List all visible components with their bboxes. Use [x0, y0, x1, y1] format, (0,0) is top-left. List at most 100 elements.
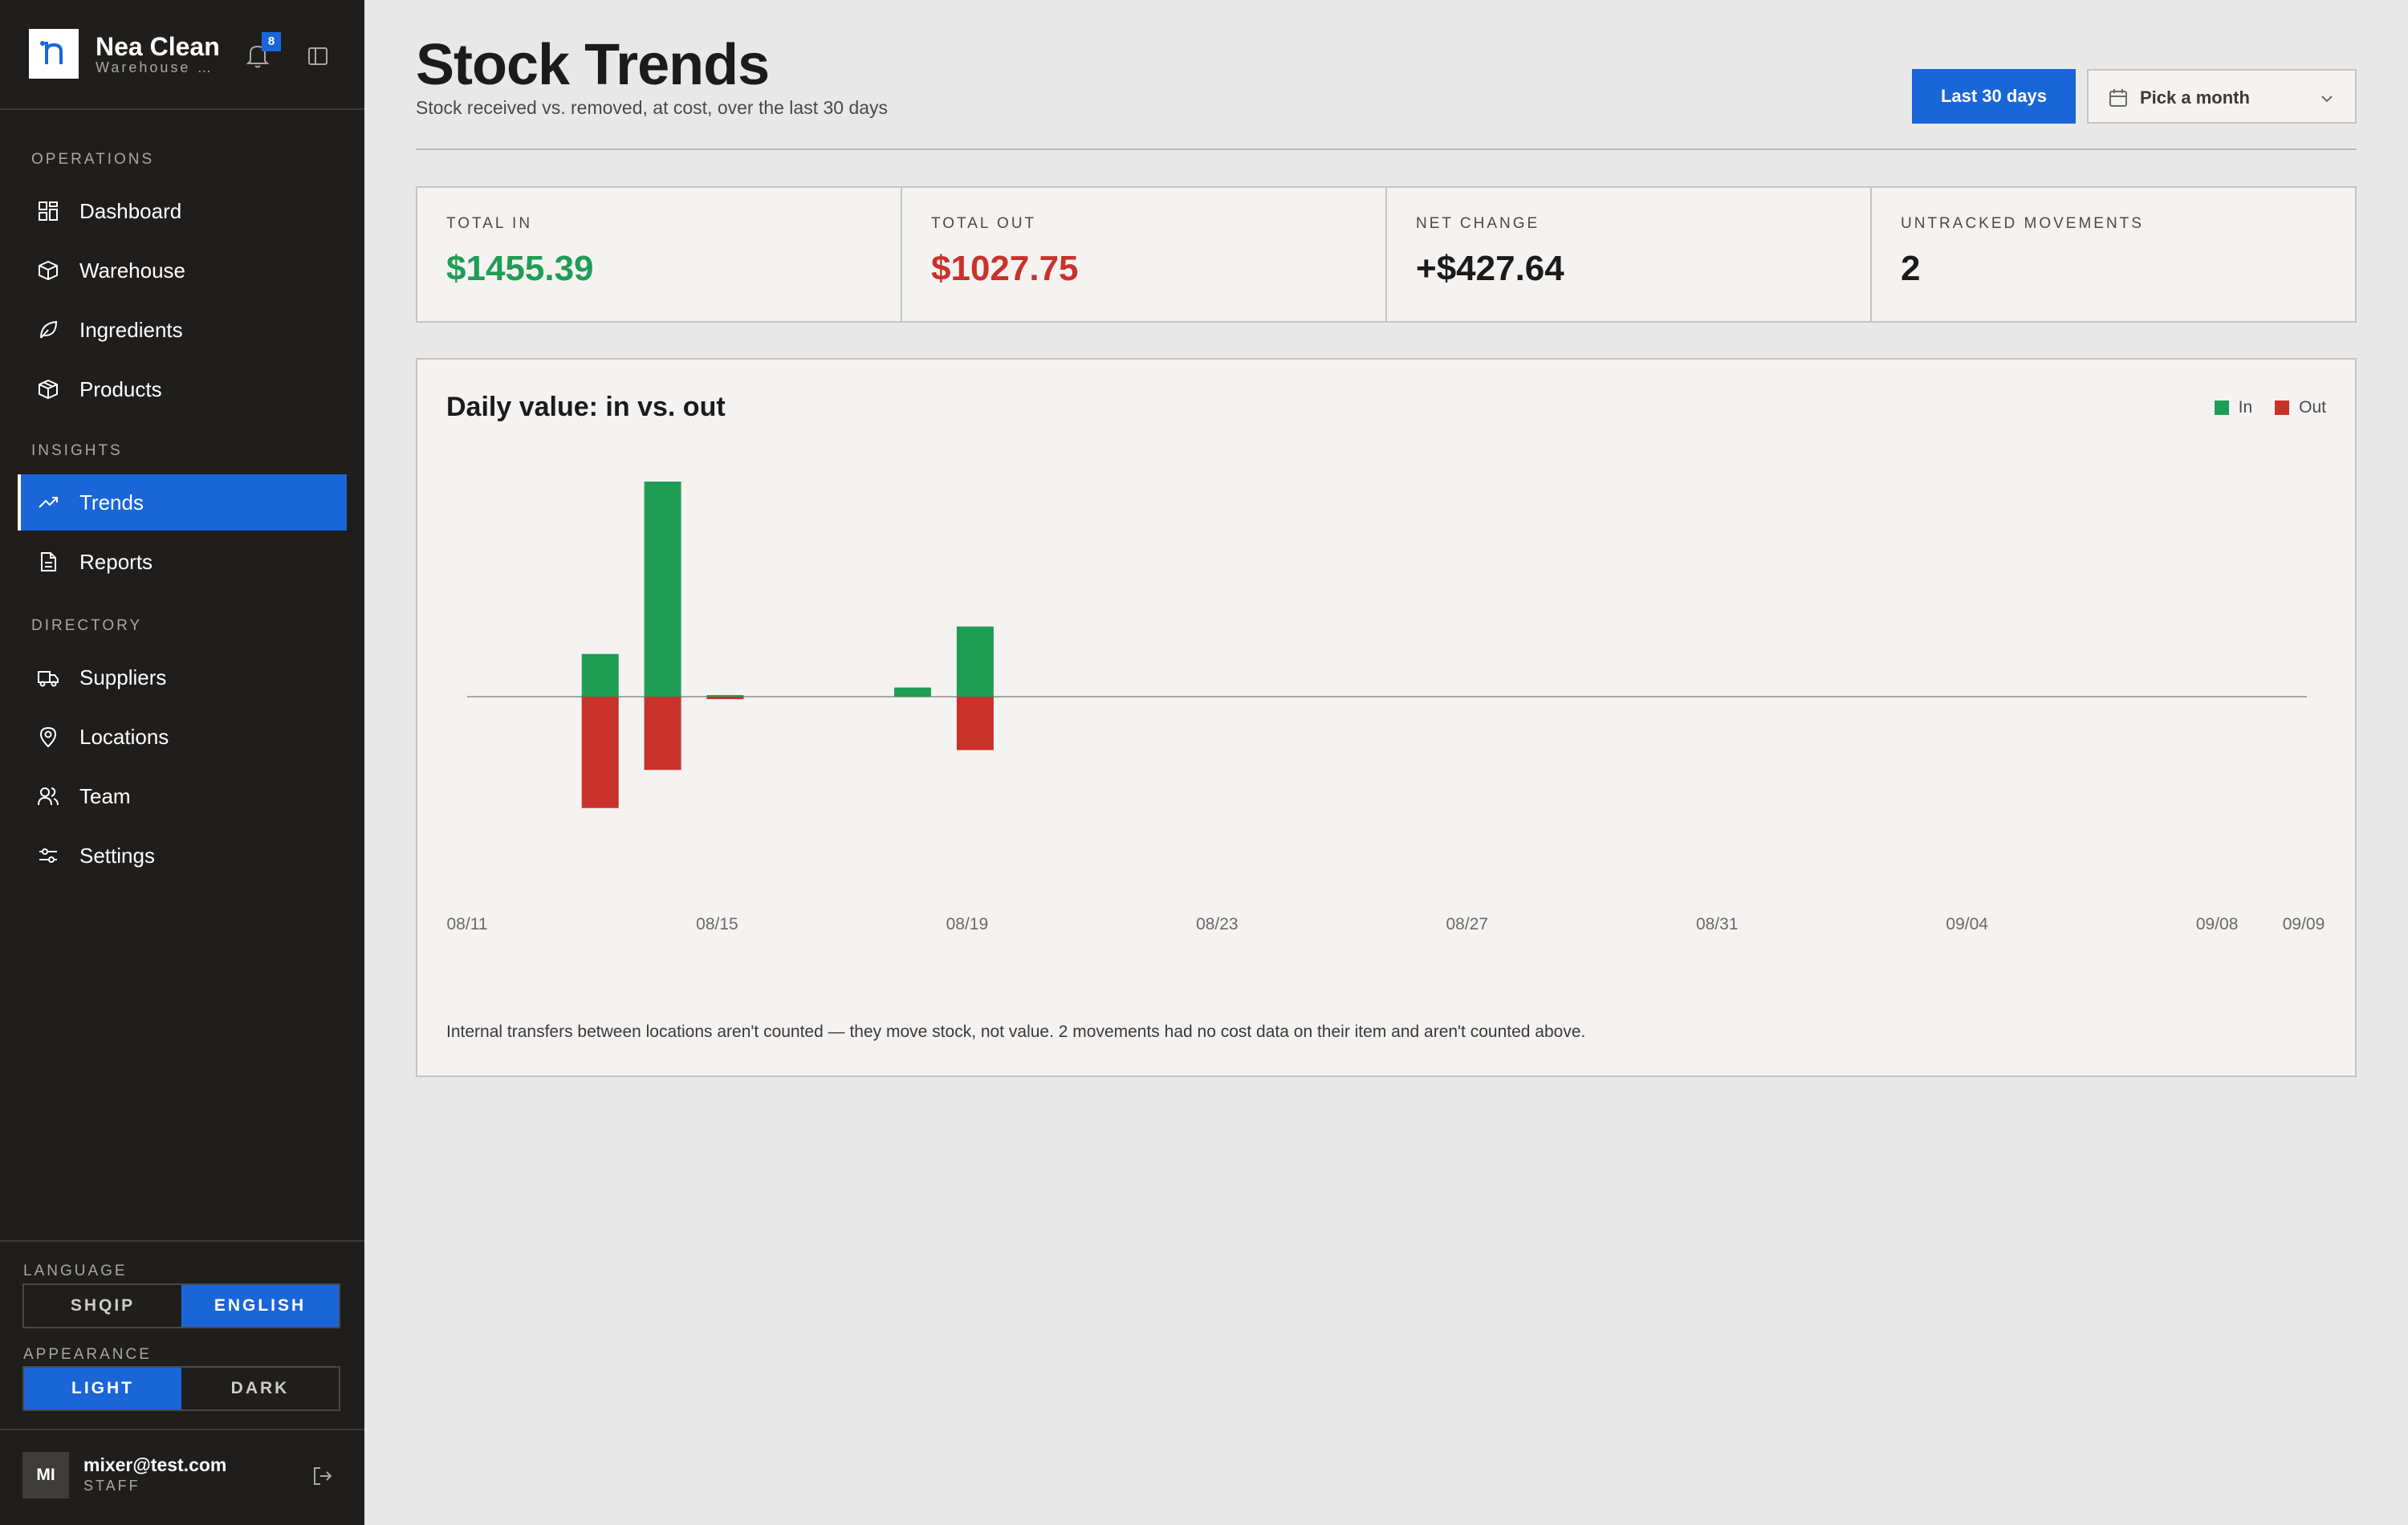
stat-untracked: UNTRACKED MOVEMENTS 2	[1872, 188, 2355, 321]
language-option-shqip[interactable]: SHQIP	[24, 1285, 181, 1327]
sidebar-item-label: Dashboard	[79, 199, 182, 223]
header-divider	[416, 148, 2357, 150]
x-tick-label: 08/23	[1196, 915, 1239, 933]
truck-icon	[37, 666, 59, 689]
stat-value: $1027.75	[931, 249, 1079, 288]
sidebar-divider	[0, 1240, 364, 1242]
x-tick-label: 08/11	[447, 915, 488, 933]
chart-footnote: Internal transfers between locations are…	[446, 1023, 1586, 1041]
sidebar-item-label: Reports	[79, 550, 153, 574]
stat-label: UNTRACKED MOVEMENTS	[1901, 215, 2144, 232]
last-30-days-button[interactable]: Last 30 days	[1912, 69, 2076, 124]
stat-label: TOTAL IN	[446, 215, 533, 232]
chart-card: Daily value: in vs. out In Out 08/11 08/1…	[416, 358, 2357, 1077]
language-label: LANGUAGE	[23, 1263, 128, 1279]
stats-row: TOTAL IN $1455.39 TOTAL OUT $1027.75 NET…	[416, 186, 2357, 323]
sidebar-item-label: Team	[79, 784, 131, 808]
document-icon	[37, 551, 59, 573]
x-tick-label: 09/04	[1946, 915, 1988, 933]
notification-badge: 8	[262, 32, 281, 51]
sliders-icon	[37, 844, 59, 867]
bar-in-08-14[interactable]	[644, 482, 681, 697]
sidebar-item-products[interactable]: Products	[18, 361, 347, 417]
bar-out-08-13[interactable]	[581, 697, 619, 808]
legend-label: In	[2238, 398, 2253, 417]
legend-label: Out	[2299, 398, 2326, 417]
stat-label: NET CHANGE	[1416, 215, 1540, 232]
box-icon	[37, 259, 59, 282]
sidebar-item-label: Trends	[79, 490, 144, 514]
stat-net-change: NET CHANGE +$427.64	[1387, 188, 1872, 321]
leaf-icon	[37, 319, 59, 341]
user-divider	[0, 1429, 364, 1430]
stat-label: TOTAL OUT	[931, 215, 1037, 232]
brand-subtitle: Warehouse management	[96, 59, 216, 75]
x-tick-label: 08/19	[946, 915, 989, 933]
brand-name: Nea Clean	[96, 32, 220, 61]
bar-in-08-15[interactable]	[706, 695, 744, 697]
x-tick-label: 08/15	[696, 915, 738, 933]
sidebar-item-label: Locations	[79, 725, 169, 749]
sidebar-item-suppliers[interactable]: Suppliers	[18, 649, 347, 706]
appearance-label: APPEARANCE	[23, 1346, 152, 1363]
package-icon	[37, 378, 59, 401]
logout-icon[interactable]	[311, 1465, 334, 1487]
sidebar-item-label: Products	[79, 377, 162, 401]
sidebar-item-locations[interactable]: Locations	[18, 709, 347, 765]
appearance-toggle: LIGHT DARK	[22, 1366, 340, 1411]
legend-item-in: In	[2214, 398, 2253, 417]
brand-header: Nea Clean Warehouse management 8	[0, 0, 364, 110]
month-picker[interactable]: Pick a month	[2087, 69, 2357, 124]
stat-value: 2	[1901, 249, 1921, 288]
sidebar-item-warehouse[interactable]: Warehouse	[18, 242, 347, 299]
avatar[interactable]: MI	[22, 1452, 69, 1499]
sidebar-collapse-icon[interactable]	[307, 45, 329, 67]
x-tick-label: 09/08	[2196, 915, 2239, 933]
user-role: STAFF	[83, 1478, 140, 1494]
nav-section-operations: OPERATIONS	[31, 151, 155, 168]
language-option-english[interactable]: ENGLISH	[181, 1285, 339, 1327]
legend-item-out: Out	[2275, 398, 2326, 417]
sidebar-item-ingredients[interactable]: Ingredients	[18, 302, 347, 358]
sidebar-item-settings[interactable]: Settings	[18, 828, 347, 884]
sidebar: Nea Clean Warehouse management 8 OPERATI…	[0, 0, 364, 1525]
page-subtitle: Stock received vs. removed, at cost, ove…	[416, 97, 889, 118]
x-tick-label: 08/31	[1696, 915, 1739, 933]
calendar-icon	[2108, 87, 2129, 108]
stat-total-in: TOTAL IN $1455.39	[417, 188, 902, 321]
bar-in-08-19[interactable]	[956, 626, 994, 697]
bar-in-08-18[interactable]	[894, 687, 932, 697]
trend-icon	[37, 491, 59, 514]
month-picker-label: Pick a month	[2140, 87, 2250, 108]
sidebar-item-team[interactable]: Team	[18, 768, 347, 824]
nav-section-insights: INSIGHTS	[31, 442, 123, 459]
x-tick-label: 09/09	[2283, 915, 2325, 933]
appearance-option-dark[interactable]: DARK	[181, 1368, 339, 1409]
chevron-down-icon	[2318, 90, 2336, 108]
stat-value: +$427.64	[1416, 249, 1564, 288]
map-pin-icon	[37, 726, 59, 748]
sidebar-item-label: Warehouse	[79, 258, 185, 283]
x-tick-label: 08/27	[1446, 915, 1489, 933]
appearance-option-light[interactable]: LIGHT	[24, 1368, 181, 1409]
page-title: Stock Trends	[416, 33, 770, 97]
bar-in-08-13[interactable]	[581, 653, 619, 697]
sidebar-item-label: Suppliers	[79, 665, 167, 689]
chart-legend: In Out	[2214, 398, 2326, 417]
bar-out-08-19[interactable]	[956, 697, 994, 750]
sidebar-item-label: Ingredients	[79, 318, 183, 342]
bar-out-08-15[interactable]	[706, 697, 744, 700]
users-icon	[37, 785, 59, 807]
sidebar-item-trends[interactable]: Trends	[18, 474, 347, 531]
user-email: mixer@test.com	[83, 1454, 227, 1475]
chart-title: Daily value: in vs. out	[446, 392, 726, 422]
brand-logo[interactable]	[29, 29, 79, 79]
legend-swatch-out	[2275, 401, 2290, 415]
stat-value: $1455.39	[446, 249, 594, 288]
nav-section-directory: DIRECTORY	[31, 617, 143, 634]
sidebar-item-reports[interactable]: Reports	[18, 534, 347, 590]
bar-out-08-14[interactable]	[644, 697, 681, 771]
sidebar-item-label: Settings	[79, 844, 155, 868]
sidebar-item-dashboard[interactable]: Dashboard	[18, 183, 347, 239]
bar-chart: 08/11 08/15 08/19 08/23 08/27 08/31 09/04 09/08…	[447, 482, 2325, 933]
